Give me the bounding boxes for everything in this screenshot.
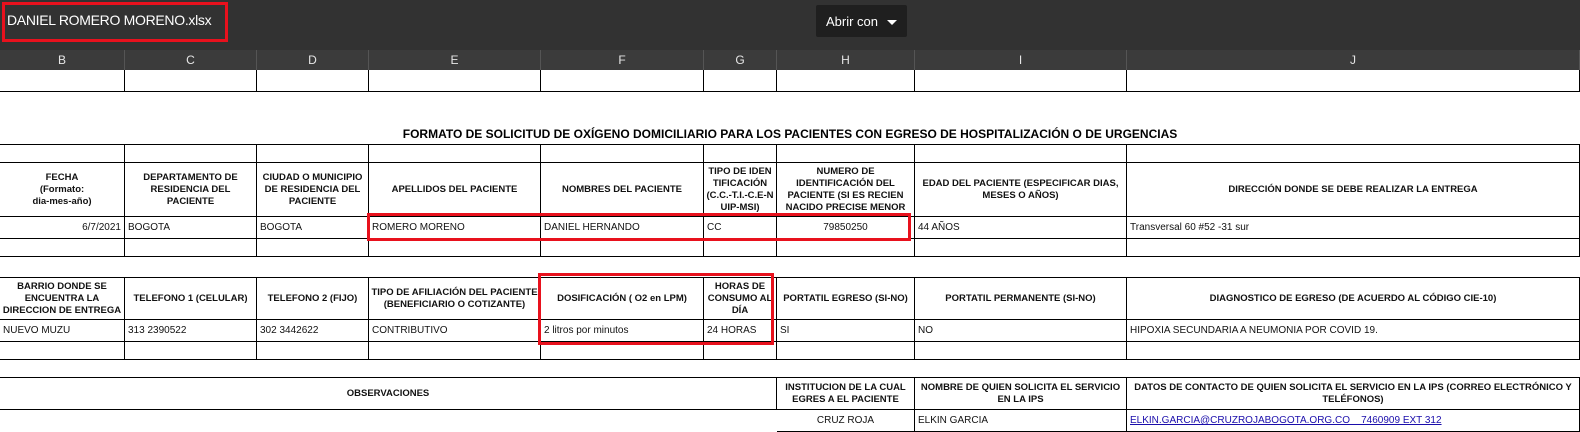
open-with-button[interactable]: Abrir con <box>816 5 907 37</box>
column-header-j[interactable]: J <box>1127 50 1580 70</box>
cell[interactable] <box>915 145 1127 163</box>
cell[interactable] <box>915 239 1127 257</box>
header-apellidos[interactable]: APELLIDOS DEL PACIENTE <box>369 163 541 217</box>
column-header-bar: B C D E F G H I J <box>0 50 1580 70</box>
value-telefono1[interactable]: 313 2390522 <box>125 320 257 342</box>
header-portatil-permanente[interactable]: PORTATIL PERMANENTE (SI-NO) <box>915 278 1127 320</box>
caret-down-icon <box>887 19 898 25</box>
header-departamento[interactable]: DEPARTAMENTO DE RESIDENCIA DEL PACIENTE <box>125 163 257 217</box>
cell[interactable] <box>125 70 257 92</box>
header-institucion[interactable]: INSTITUCION DE LA CUAL EGRES A EL PACIEN… <box>777 378 915 410</box>
header-observaciones[interactable]: OBSERVACIONES <box>0 378 777 410</box>
cell[interactable] <box>0 145 125 163</box>
cell[interactable] <box>1127 239 1580 257</box>
cell[interactable] <box>915 70 1127 92</box>
value-ciudad[interactable]: BOGOTA <box>257 217 369 239</box>
cell[interactable] <box>541 342 704 360</box>
column-header-g[interactable]: G <box>704 50 777 70</box>
header-dosificacion[interactable]: DOSIFICACIÓN ( O2 en LPM) <box>541 278 704 320</box>
cell[interactable] <box>0 239 125 257</box>
spreadsheet-grid: FORMATO DE SOLICITUD DE OXÍGENO DOMICILI… <box>0 70 1580 432</box>
value-dosificacion[interactable]: 2 litros por minutos <box>541 320 704 342</box>
header-portatil-egreso[interactable]: PORTATIL EGRESO (SI-NO) <box>777 278 915 320</box>
cell[interactable] <box>369 145 541 163</box>
top-bar: DANIEL ROMERO MORENO.xlsx Abrir con <box>0 0 1580 50</box>
cell[interactable] <box>257 239 369 257</box>
cell[interactable] <box>125 342 257 360</box>
cell[interactable] <box>0 70 125 92</box>
value-departamento[interactable]: BOGOTA <box>125 217 257 239</box>
column-header-b[interactable]: B <box>0 50 125 70</box>
cell[interactable] <box>257 70 369 92</box>
column-header-f[interactable]: F <box>541 50 704 70</box>
cell[interactable] <box>257 145 369 163</box>
value-numero-identificacion[interactable]: 79850250 <box>777 217 915 239</box>
value-nombres[interactable]: DANIEL HERNANDO <box>541 217 704 239</box>
header-edad[interactable]: EDAD DEL PACIENTE (ESPECIFICAR DIAS, MES… <box>915 163 1127 217</box>
header-horas-consumo[interactable]: HORAS DE CONSUMO AL DÍA <box>704 278 777 320</box>
header-telefono1[interactable]: TELEFONO 1 (CELULAR) <box>125 278 257 320</box>
cell[interactable] <box>125 145 257 163</box>
value-telefono2[interactable]: 302 3442622 <box>257 320 369 342</box>
header-direccion[interactable]: DIRECCIÓN DONDE SE DEBE REALIZAR LA ENTR… <box>1127 163 1580 217</box>
cell[interactable] <box>777 70 915 92</box>
cell[interactable] <box>1127 70 1580 92</box>
file-name: DANIEL ROMERO MORENO.xlsx <box>7 12 212 28</box>
value-afiliacion[interactable]: CONTRIBUTIVO <box>369 320 541 342</box>
cell[interactable] <box>369 239 541 257</box>
column-header-c[interactable]: C <box>125 50 257 70</box>
value-barrio[interactable]: NUEVO MUZU <box>0 320 125 342</box>
cell[interactable] <box>369 342 541 360</box>
cell[interactable] <box>777 239 915 257</box>
value-horas-consumo[interactable]: 24 HORAS <box>704 320 777 342</box>
value-portatil-egreso[interactable]: SI <box>777 320 915 342</box>
header-ciudad[interactable]: CIUDAD O MUNICIPIO DE RESIDENCIA DEL PAC… <box>257 163 369 217</box>
header-barrio[interactable]: BARRIO DONDE SE ENCUENTRA LA DIRECCION D… <box>0 278 125 320</box>
value-tipo-identificacion[interactable]: CC <box>704 217 777 239</box>
value-edad[interactable]: 44 AÑOS <box>915 217 1127 239</box>
cell[interactable] <box>704 342 777 360</box>
value-diagnostico[interactable]: HIPOXIA SECUNDARIA A NEUMONIA POR COVID … <box>1127 320 1580 342</box>
value-solicitante[interactable]: ELKIN GARCIA <box>915 410 1127 432</box>
header-telefono2[interactable]: TELEFONO 2 (FIJO) <box>257 278 369 320</box>
cell[interactable] <box>541 145 704 163</box>
cell[interactable] <box>369 70 541 92</box>
value-institucion[interactable]: CRUZ ROJA <box>777 410 915 432</box>
value-portatil-permanente[interactable]: NO <box>915 320 1127 342</box>
value-apellidos[interactable]: ROMERO MORENO <box>369 217 541 239</box>
contact-email-link[interactable]: ELKIN.GARCIA@CRUZROJABOGOTA.ORG.CO 74609… <box>1130 415 1442 426</box>
cell[interactable] <box>915 342 1127 360</box>
header-numero-identificacion[interactable]: NUMERO DE IDENTIFICACIÓN DEL PACIENTE (S… <box>777 163 915 217</box>
cell[interactable] <box>704 239 777 257</box>
column-header-e[interactable]: E <box>369 50 541 70</box>
cell[interactable] <box>541 239 704 257</box>
form-title: FORMATO DE SOLICITUD DE OXÍGENO DOMICILI… <box>402 127 1178 141</box>
cell[interactable] <box>1127 342 1580 360</box>
header-fecha[interactable]: FECHA (Formato: dia-mes-año) <box>0 163 125 217</box>
cell[interactable] <box>704 70 777 92</box>
value-fecha[interactable]: 6/7/2021 <box>0 217 125 239</box>
cell[interactable] <box>257 342 369 360</box>
column-header-i[interactable]: I <box>915 50 1127 70</box>
cell[interactable] <box>777 342 915 360</box>
value-contacto-cell[interactable]: ELKIN.GARCIA@CRUZROJABOGOTA.ORG.CO 74609… <box>1127 410 1580 432</box>
value-direccion[interactable]: Transversal 60 #52 -31 sur <box>1127 217 1580 239</box>
header-diagnostico[interactable]: DIAGNOSTICO DE EGRESO (DE ACUERDO AL CÓD… <box>1127 278 1580 320</box>
header-tipo-identificacion[interactable]: TIPO DE IDENTIFICACIÓN (C.C.-T.I.-C.E-NU… <box>704 163 777 217</box>
cell[interactable] <box>777 145 915 163</box>
header-afiliacion[interactable]: TIPO DE AFILIACIÓN DEL PACIENTE (BENEFIC… <box>369 278 541 320</box>
cell[interactable] <box>704 145 777 163</box>
open-with-label: Abrir con <box>825 13 879 29</box>
column-header-d[interactable]: D <box>257 50 369 70</box>
cell[interactable] <box>125 239 257 257</box>
header-nombres[interactable]: NOMBRES DEL PACIENTE <box>541 163 704 217</box>
header-solicitante[interactable]: NOMBRE DE QUIEN SOLICITA EL SERVICIO EN … <box>915 378 1127 410</box>
column-header-h[interactable]: H <box>777 50 915 70</box>
cell[interactable] <box>0 342 125 360</box>
header-contacto[interactable]: DATOS DE CONTACTO DE QUIEN SOLICITA EL S… <box>1127 378 1580 410</box>
cell[interactable] <box>541 70 704 92</box>
cell[interactable] <box>1127 145 1580 163</box>
